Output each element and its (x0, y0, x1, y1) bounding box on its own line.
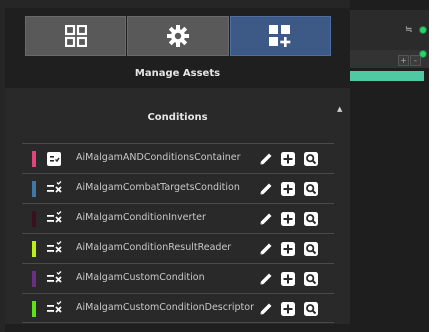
panel-title: Manage Assets (134, 68, 221, 79)
background-panel-header (350, 10, 430, 51)
color-tag (32, 301, 36, 317)
color-tag (32, 271, 36, 287)
edit-icon[interactable] (258, 151, 274, 167)
edit-icon[interactable] (258, 241, 274, 257)
edit-icon[interactable] (258, 271, 274, 287)
section-title: Conditions (147, 112, 208, 123)
color-tag (32, 241, 36, 257)
add-grid-icon (269, 25, 291, 47)
list-item-label: AiMalgamANDConditionsContainer (76, 152, 241, 163)
list-item[interactable]: AiMalgamConditionInverter (22, 203, 334, 233)
edit-icon[interactable] (258, 211, 274, 227)
grid-icon (64, 25, 87, 47)
checklist-icon (47, 152, 61, 166)
list-x-icon (47, 181, 62, 193)
inspect-icon[interactable] (303, 211, 319, 227)
add-icon[interactable] (280, 241, 296, 257)
list-item[interactable]: AiMalgamCustomConditionDescriptor (22, 293, 334, 323)
tab-grid[interactable] (25, 16, 127, 56)
list-item-label: AiMalgamConditionResultReader (76, 242, 232, 253)
port-dot[interactable] (419, 26, 427, 34)
tab-add-asset[interactable] (229, 16, 331, 56)
edit-icon[interactable] (258, 301, 274, 317)
add-icon[interactable] (280, 181, 296, 197)
list-item-label: AiMalgamCustomCondition (76, 272, 205, 283)
inspect-icon[interactable] (303, 241, 319, 257)
list-item-label: AiMalgamCustomConditionDescriptor (76, 302, 254, 313)
port-dot[interactable] (419, 50, 427, 58)
list-item-label: AiMalgamConditionInverter (76, 212, 206, 223)
list-item[interactable]: AiMalgamConditionResultReader (22, 233, 334, 263)
background-progress-bar (350, 71, 424, 81)
conditions-list: AiMalgamANDConditionsContainer AiMalgamCo… (22, 143, 334, 323)
inspect-icon[interactable] (303, 151, 319, 167)
window-edge (429, 0, 441, 332)
list-x-icon (47, 301, 62, 313)
list-item[interactable]: AiMalgamANDConditionsContainer (22, 143, 334, 173)
color-tag (32, 181, 36, 197)
tab-bar (25, 16, 331, 58)
color-tag (32, 151, 36, 167)
add-icon[interactable] (280, 211, 296, 227)
add-icon[interactable] (280, 301, 296, 317)
list-item[interactable]: AiMalgamCombatTargetsCondition (22, 173, 334, 203)
list-item[interactable]: AiMalgamCustomCondition (22, 263, 334, 293)
add-icon[interactable] (280, 151, 296, 167)
color-tag (32, 211, 36, 227)
list-x-icon (47, 271, 62, 283)
list-x-icon (47, 241, 62, 253)
tab-settings[interactable] (127, 16, 229, 56)
list-x-icon (47, 211, 62, 223)
list-item-label: AiMalgamCombatTargetsCondition (76, 182, 240, 193)
mini-plus-button[interactable]: + (398, 55, 409, 66)
gear-icon (166, 25, 189, 47)
background-glyph: ≒ (405, 25, 413, 35)
add-icon[interactable] (280, 271, 296, 287)
inspect-icon[interactable] (303, 271, 319, 287)
inspect-icon[interactable] (303, 301, 319, 317)
inspect-icon[interactable] (303, 181, 319, 197)
edit-icon[interactable] (258, 181, 274, 197)
